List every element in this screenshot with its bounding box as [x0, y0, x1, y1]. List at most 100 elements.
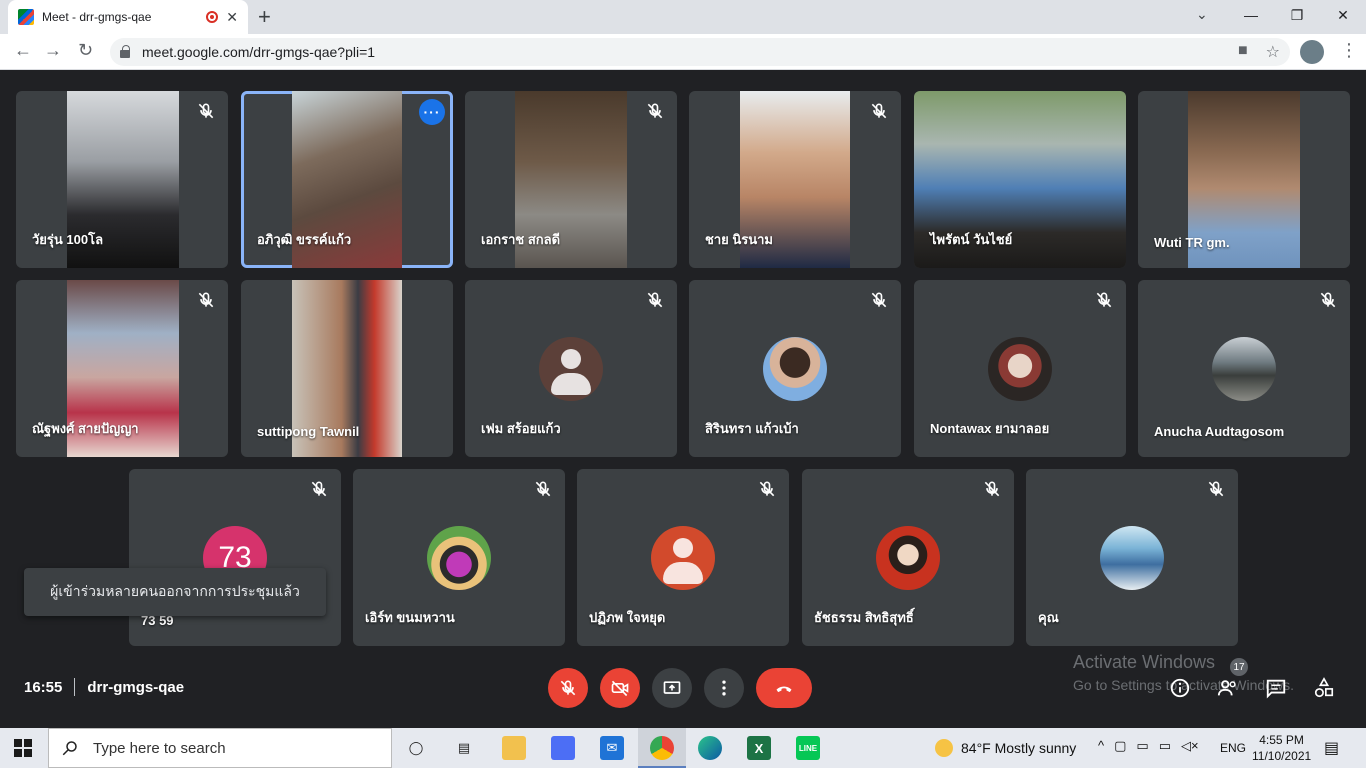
cortana-icon[interactable]: ◯ — [404, 736, 428, 760]
participant-count-badge: 17 — [1230, 658, 1248, 676]
chat-button[interactable] — [1264, 676, 1288, 700]
url-omnibox[interactable]: meet.google.com/drr-gmgs-qae?pli=1 ■ ☆ — [110, 38, 1290, 66]
people-icon — [1217, 680, 1236, 696]
battery-icon[interactable]: ▭ — [1136, 738, 1148, 754]
default-avatar — [651, 525, 715, 590]
mic-off-icon — [560, 680, 576, 696]
participant-name: ไพรัตน์ วันไชย์ — [930, 232, 1013, 247]
file-explorer-icon[interactable] — [502, 736, 526, 760]
mic-off-icon — [1096, 292, 1112, 308]
divider — [74, 678, 76, 696]
volume-muted-icon[interactable]: ◁× — [1181, 738, 1199, 754]
network-icon[interactable]: ▭ — [1159, 738, 1171, 754]
microsoft-store-icon[interactable] — [551, 736, 575, 760]
watermark-line-1: Activate Windows — [1073, 652, 1216, 672]
participant-name: Nontawax ยามาลอย — [930, 421, 1050, 436]
participant-tile-active[interactable]: ··· อภิวุฒิ ขรรค์แก้ว — [241, 91, 453, 268]
chat-icon — [1266, 679, 1286, 699]
mic-off-icon — [647, 103, 663, 119]
participant-tile[interactable]: ธัชธรรม สิทธิสุทธิ์ — [802, 469, 1014, 646]
system-tray: ^ ▢ ▭ ▭ ◁× — [1098, 738, 1199, 754]
participant-tile[interactable]: คุณ — [1026, 469, 1238, 646]
meeting-controls-bar: 16:55 drr-gmgs-qae Activate Windows Go t… — [0, 642, 1366, 728]
participant-tile[interactable]: Wuti TR gm. — [1138, 91, 1350, 268]
edge-icon[interactable] — [698, 736, 722, 760]
default-avatar — [539, 336, 603, 401]
participant-tile[interactable]: Nontawax ยามาลอย — [914, 280, 1126, 457]
mic-off-icon — [1320, 292, 1336, 308]
excel-icon[interactable]: X — [747, 736, 771, 760]
participant-name: เฟม สร้อยแก้ว — [481, 421, 561, 436]
meeting-details-button[interactable] — [1168, 676, 1192, 700]
line-app-icon[interactable]: LINE — [796, 736, 820, 760]
back-arrow-icon[interactable]: ← — [14, 40, 32, 61]
participant-tile[interactable]: ชาย นิรนาม — [689, 91, 901, 268]
participant-tile[interactable]: ณัฐพงศ์ สายปัญญา — [16, 280, 228, 457]
reload-icon[interactable]: ↻ — [78, 40, 93, 61]
meet-tray-icon[interactable]: ▢ — [1114, 738, 1126, 754]
tab-search-chevron-icon[interactable]: ⌄ — [1196, 6, 1208, 23]
participant-tile[interactable]: เฟม สร้อยแก้ว — [465, 280, 677, 457]
profile-photo-avatar — [1212, 336, 1276, 401]
camera-toggle-button[interactable] — [600, 668, 640, 708]
lock-icon[interactable] — [120, 45, 130, 58]
participant-tile[interactable]: วัยรุ่น 100โล — [16, 91, 228, 268]
browser-tab-bar: Meet - drr-gmgs-qae ✕ + ⌄ — ❐ ✕ — [0, 0, 1366, 34]
clock-date: 11/10/2021 — [1252, 749, 1312, 763]
close-window-button[interactable]: ✕ — [1320, 0, 1366, 30]
browser-menu-icon[interactable]: ⋮ — [1340, 40, 1358, 61]
profile-photo-avatar — [427, 525, 491, 590]
new-tab-button[interactable]: + — [258, 4, 271, 30]
participant-tile[interactable]: Anucha Audtagosom — [1138, 280, 1350, 457]
present-screen-button[interactable] — [652, 668, 692, 708]
recording-indicator-icon — [206, 11, 219, 23]
profile-avatar[interactable] — [1300, 40, 1324, 64]
participant-tile[interactable]: 73 73 59 — [129, 469, 341, 646]
input-language[interactable]: ENG — [1220, 741, 1246, 755]
participant-name: ณัฐพงศ์ สายปัญญา — [32, 421, 139, 436]
task-view-icon[interactable]: ▤ — [452, 736, 476, 760]
notification-toast: ผู้เข้าร่วมหลายคนออกจากการประชุมแล้ว — [24, 568, 326, 616]
participant-tile[interactable]: suttipong Tawnil — [241, 280, 453, 457]
tab-close-button[interactable]: ✕ — [226, 9, 238, 26]
more-options-button[interactable]: ··· — [419, 99, 445, 125]
participant-tile[interactable]: ปฏิภพ ใจหยุด — [577, 469, 789, 646]
chrome-icon[interactable] — [650, 736, 674, 760]
windows-start-icon[interactable] — [14, 739, 32, 757]
mail-icon[interactable]: ✉ — [600, 736, 624, 760]
bookmark-star-icon[interactable]: ☆ — [1266, 42, 1280, 62]
participant-tile[interactable]: เอกราช สกลดี — [465, 91, 677, 268]
taskbar-clock[interactable]: 4:55 PM 11/10/2021 — [1252, 732, 1311, 764]
taskbar-search-box[interactable]: Type here to search — [48, 728, 392, 768]
restore-button[interactable]: ❐ — [1274, 0, 1320, 30]
camera-in-use-icon[interactable]: ■ — [1238, 42, 1248, 62]
mic-off-icon — [311, 481, 327, 497]
more-options-menu-button[interactable] — [704, 668, 744, 708]
participant-name: ปฏิภพ ใจหยุด — [589, 610, 666, 625]
profile-photo-avatar — [1100, 525, 1164, 590]
participant-tile[interactable]: ไพรัตน์ วันไชย์ — [914, 91, 1126, 268]
mic-off-icon — [984, 481, 1000, 497]
activities-button[interactable] — [1312, 676, 1336, 700]
minimize-button[interactable]: — — [1228, 0, 1274, 30]
weather-widget[interactable]: 84°F Mostly sunny — [935, 739, 1076, 757]
participant-tile[interactable]: เอิร์ท ขนมหวาน — [353, 469, 565, 646]
mic-off-icon — [198, 292, 214, 308]
participant-name: Wuti TR gm. — [1154, 235, 1230, 250]
camera-off-icon — [611, 680, 629, 697]
people-button[interactable] — [1216, 676, 1240, 700]
mic-off-icon — [535, 481, 551, 497]
participant-name: วัยรุ่น 100โล — [32, 232, 104, 247]
present-screen-icon — [663, 681, 681, 694]
participant-tile[interactable]: สิรินทรา แก้วเบ้า — [689, 280, 901, 457]
microphone-toggle-button[interactable] — [548, 668, 588, 708]
mic-off-icon — [198, 103, 214, 119]
notification-center-icon[interactable]: ▤ — [1324, 738, 1339, 758]
forward-arrow-icon[interactable]: → — [44, 40, 62, 61]
mic-off-icon — [647, 292, 663, 308]
leave-call-button[interactable] — [756, 668, 812, 708]
tray-chevron-icon[interactable]: ^ — [1098, 738, 1104, 754]
meet-stage: วัยรุ่น 100โล ··· อภิวุฒิ ขรรค์แก้ว เอกร… — [0, 70, 1366, 728]
search-icon — [62, 741, 77, 756]
browser-tab[interactable]: Meet - drr-gmgs-qae ✕ — [8, 0, 248, 34]
